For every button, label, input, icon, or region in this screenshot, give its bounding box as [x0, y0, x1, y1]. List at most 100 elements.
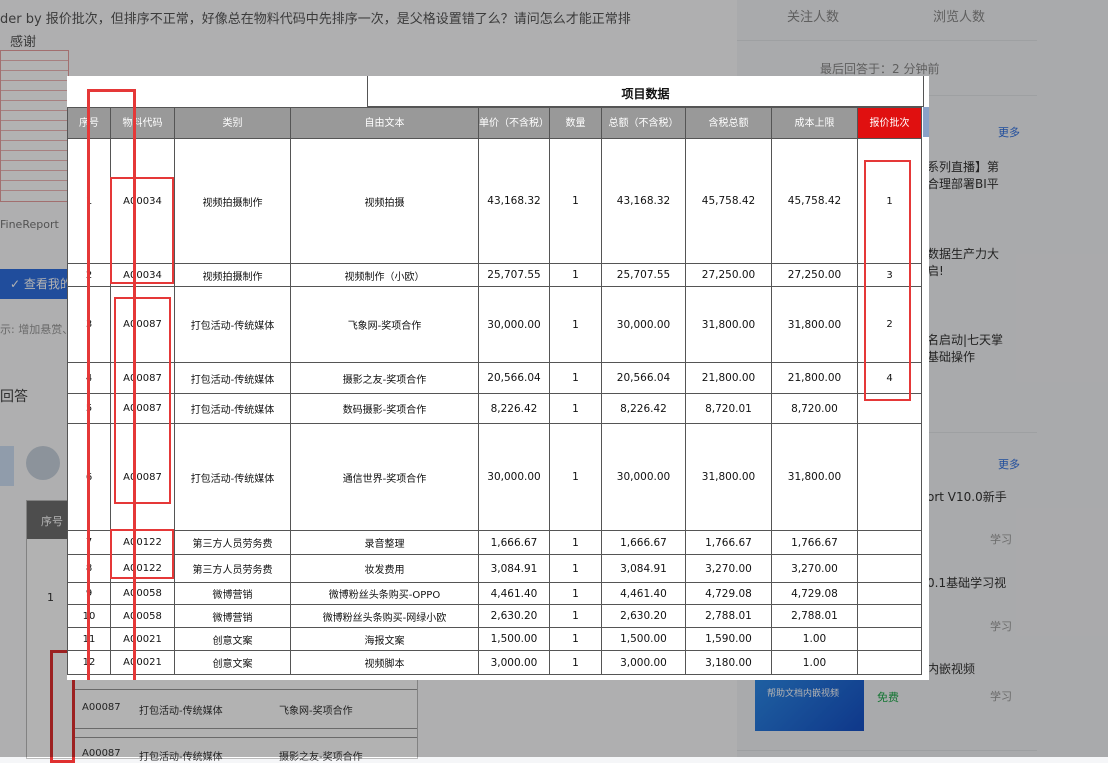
table-cell: 妆发费用: [290, 554, 479, 583]
table-cell: 20,566.04: [601, 362, 686, 394]
header-cell: 成本上限: [771, 107, 858, 139]
table-cell: 8,226.42: [601, 393, 686, 424]
table-cell: 1,666.67: [478, 530, 550, 555]
table-cell: 3,000.00: [478, 650, 550, 675]
table-cell: 视频拍摄制作: [174, 263, 291, 287]
table-cell: 31,800.00: [685, 286, 772, 363]
table-cell: [857, 554, 922, 583]
header-cell: 含税总额: [685, 107, 772, 139]
table-row: 11 A00021 创意文案 海报文案 1,500.00 1 1,500.00 1,590.0…: [67, 627, 922, 651]
table-row: 4 A00087 打包活动-传统媒体 摄影之友-奖项合作 20,566.04 1 20,56…: [67, 362, 922, 394]
table-row: 1 A00034 视频拍摄制作 视频拍摄 43,168.32 1 43,168.32 45,7…: [67, 138, 922, 264]
table-row: 3 A00087 打包活动-传统媒体 飞象网-奖项合作 30,000.00 1 30,000…: [67, 286, 922, 363]
table-cell: 1: [549, 650, 602, 675]
table-cell: 21,800.00: [771, 362, 858, 394]
table-cell: 8,720.00: [771, 393, 858, 424]
table-cell: 1: [549, 582, 602, 605]
table-cell: 打包活动-传统媒体: [174, 393, 291, 424]
table-cell: 数码摄影-奖项合作: [290, 393, 479, 424]
table-cell: 微博营销: [174, 582, 291, 605]
table-row: 6 A00087 打包活动-传统媒体 通信世界-奖项合作 30,000.00 1 30,00…: [67, 423, 922, 531]
header-cell: 自由文本: [290, 107, 479, 139]
table-cell: 2,788.01: [685, 604, 772, 628]
table-cell: 1: [549, 362, 602, 394]
table-cell: 1: [549, 554, 602, 583]
table-row: 7 A00122 第三方人员劳务费 录音整理 1,666.67 1 1,666.67 1,76…: [67, 530, 922, 555]
table-header-row: 序号 物料代码 类别 自由文本 单价（不含税） 数量 总额（不含税） 含税总额 …: [67, 107, 922, 139]
table-cell: 视频拍摄制作: [174, 138, 291, 264]
table-cell: 视频拍摄: [290, 138, 479, 264]
table-cell: 1,666.67: [601, 530, 686, 555]
table-cell: 25,707.55: [601, 263, 686, 287]
table-cell: 3,270.00: [771, 554, 858, 583]
table-cell: 第三方人员劳务费: [174, 530, 291, 555]
table-cell: 27,250.00: [771, 263, 858, 287]
table-cell: 45,758.42: [685, 138, 772, 264]
table-cell: 1: [549, 138, 602, 264]
table-cell: 30,000.00: [478, 286, 550, 363]
table-row: 9 A00058 微博营销 微博粉丝头条购买-OPPO 4,461.40 1 4,461.4…: [67, 582, 922, 605]
table-cell: 21,800.00: [685, 362, 772, 394]
annotation-box-a00122: [110, 529, 174, 579]
table-cell: 31,800.00: [771, 286, 858, 363]
table-cell: [857, 627, 922, 651]
table-cell: 2,788.01: [771, 604, 858, 628]
table-cell: 25,707.55: [478, 263, 550, 287]
table-cell: 2,630.20: [601, 604, 686, 628]
annotation-box-quote-batch: [864, 160, 911, 401]
table-row: 5 A00087 打包活动-传统媒体 数码摄影-奖项合作 8,226.42 1 8,226.…: [67, 393, 922, 424]
table-cell: 20,566.04: [478, 362, 550, 394]
table-cell: 45,758.42: [771, 138, 858, 264]
table-cell: 1.00: [771, 650, 858, 675]
table-cell: 通信世界-奖项合作: [290, 423, 479, 531]
header-cell-quote-batch: 报价批次: [857, 107, 922, 139]
table-cell: 4,729.08: [685, 582, 772, 605]
table-cell: 录音整理: [290, 530, 479, 555]
table-cell: 第三方人员劳务费: [174, 554, 291, 583]
table-cell: 1,590.00: [685, 627, 772, 651]
table-cell: [857, 650, 922, 675]
table-cell: 打包活动-传统媒体: [174, 362, 291, 394]
table-cell: 1: [549, 604, 602, 628]
table-cell: 1: [549, 627, 602, 651]
header-cell: 类别: [174, 107, 291, 139]
header-cell: 单价（不含税）: [478, 107, 550, 139]
table-cell: 3,270.00: [685, 554, 772, 583]
table-cell: 43,168.32: [478, 138, 550, 264]
table-cell: 1: [549, 530, 602, 555]
table-cell: 3,084.91: [601, 554, 686, 583]
header-cell: 总额（不含税）: [601, 107, 686, 139]
image-preview-modal: 项目数据 序号 物料代码 类别 自由文本 单价（不含税） 数量 总额（不含税） …: [67, 76, 929, 680]
table-cell: [857, 530, 922, 555]
table-cell: 31,800.00: [685, 423, 772, 531]
table-row: 2 A00034 视频拍摄制作 视频制作（小欧） 25,707.55 1 25,707.55…: [67, 263, 922, 287]
table-row: 12 A00021 创意文案 视频脚本 3,000.00 1 3,000.00 3,180.0…: [67, 650, 922, 675]
table-cell: 1: [549, 423, 602, 531]
table-cell: 30,000.00: [601, 286, 686, 363]
table-cell: 1: [549, 393, 602, 424]
header-edge-strip: [923, 107, 929, 137]
table-cell: 43,168.32: [601, 138, 686, 264]
table-cell: 创意文案: [174, 627, 291, 651]
table-cell: 1: [549, 286, 602, 363]
table-cell: 8,720.01: [685, 393, 772, 424]
table-cell: 8,226.42: [478, 393, 550, 424]
table-cell: 海报文案: [290, 627, 479, 651]
table-cell: 30,000.00: [478, 423, 550, 531]
table-cell: [857, 582, 922, 605]
table-cell: 1,766.67: [771, 530, 858, 555]
table-cell: 飞象网-奖项合作: [290, 286, 479, 363]
table-cell: 3,000.00: [601, 650, 686, 675]
table-cell: 微博粉丝头条购买-OPPO: [290, 582, 479, 605]
table-title: 项目数据: [621, 87, 670, 101]
table-cell: 4,461.40: [601, 582, 686, 605]
table-cell: [857, 423, 922, 531]
table-cell: 摄影之友-奖项合作: [290, 362, 479, 394]
table-cell: 4,729.08: [771, 582, 858, 605]
header-cell: 数量: [549, 107, 602, 139]
table-cell: [857, 604, 922, 628]
table-cell: 1: [549, 263, 602, 287]
annotation-box-a00087: [114, 297, 171, 504]
table-cell: 27,250.00: [685, 263, 772, 287]
project-data-table: 序号 物料代码 类别 自由文本 单价（不含税） 数量 总额（不含税） 含税总额 …: [67, 107, 922, 675]
